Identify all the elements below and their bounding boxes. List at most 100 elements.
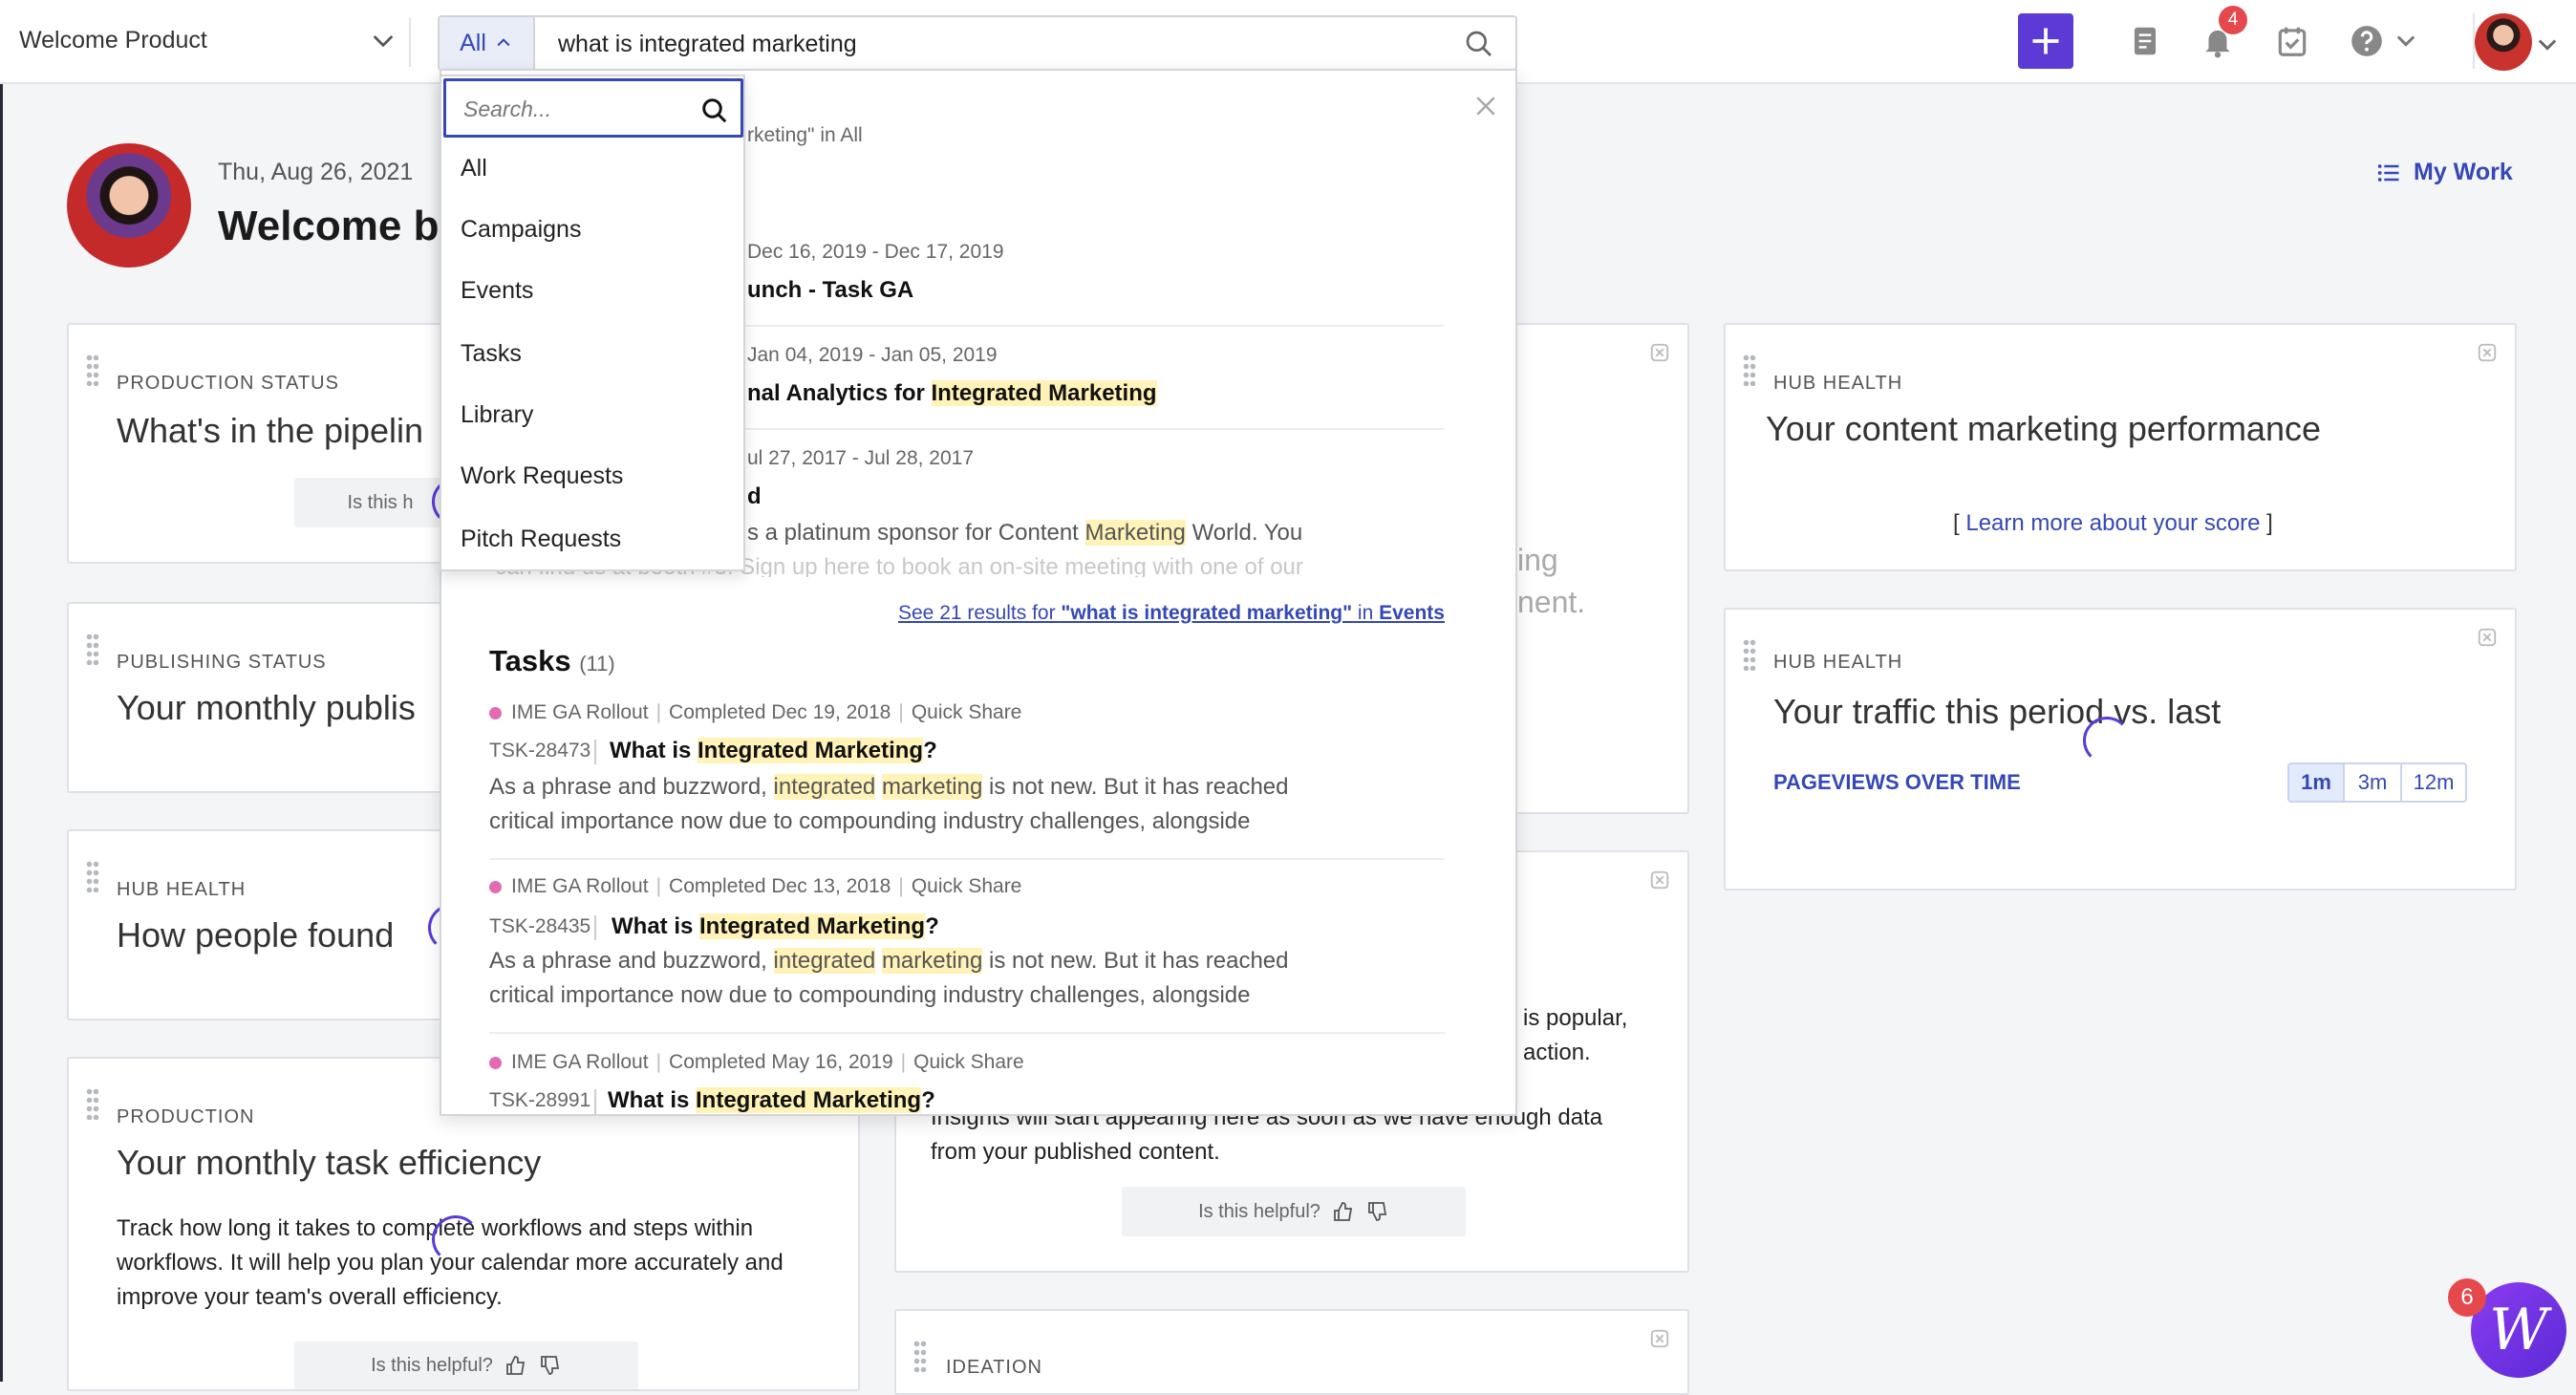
task-description: As a phrase and buzzword, integrated mar… [489,774,1289,834]
chevron-down-icon[interactable] [2393,27,2419,54]
card-title: Your content marketing performance [1766,409,2321,448]
status-dot [489,880,502,893]
learn-more-link[interactable]: Learn more about your score [1965,510,2260,536]
task-description: As a phrase and buzzword, integrated mar… [489,948,1289,1008]
search-icon[interactable] [700,97,729,125]
close-icon[interactable] [1471,92,1500,120]
my-work-label: My Work [2414,159,2513,185]
card-hub-traffic: HUB HEALTH Your traffic this period vs. … [1724,608,2517,891]
list-icon [2377,163,2399,182]
search-scope-menu: Search... All Campaigns Events Tasks Lib… [440,75,745,571]
divider [489,858,1445,860]
card-eyebrow: HUB HEALTH [1773,652,1903,673]
document-icon[interactable] [2127,23,2163,59]
thumbs-up-icon[interactable] [504,1354,527,1377]
task-title[interactable]: What is Integrated Marketing? [610,738,937,764]
result-title[interactable]: d [747,483,762,510]
scope-option-work-requests[interactable]: Work Requests [461,462,623,490]
result-description: s a platinum sponsor for Content Marketi… [747,520,1303,546]
scope-search-placeholder: Search... [463,97,552,121]
card-eyebrow: PRODUCTION STATUS [117,373,339,394]
chevron-down-icon[interactable] [368,25,398,55]
drag-handle-icon[interactable] [913,1340,927,1372]
scope-option-campaigns[interactable]: Campaigns [461,216,581,244]
drag-handle-icon[interactable] [1743,354,1756,386]
range-option-3m[interactable]: 3m [2343,764,2400,801]
scope-option-all[interactable]: All [461,155,487,182]
task-title[interactable]: What is Integrated Marketing? [608,1087,935,1114]
scope-option-library[interactable]: Library [461,401,533,429]
search-icon[interactable] [1464,29,1494,59]
card-title: How people found [117,915,395,955]
task-title[interactable]: What is Integrated Marketing? [612,913,939,940]
task-id: TSK-28991 [489,1089,591,1111]
close-card-icon[interactable] [2477,342,2498,363]
results-header: rketing" in All [747,124,863,146]
time-range-toggle: 1m 3m 12m [2287,762,2467,803]
scope-option-events[interactable]: Events [461,277,533,305]
task-meta: IME GA Rollout | Completed May 16, 2019 | Qu… [489,1051,1024,1074]
range-option-12m[interactable]: 12m [2400,764,2465,801]
card-eyebrow: HUB HEALTH [117,879,247,900]
scope-option-pitch-requests[interactable]: Pitch Requests [461,526,621,553]
user-avatar[interactable] [2475,13,2532,71]
result-title[interactable]: nal Analytics for Integrated Marketing [747,380,1157,407]
chevron-down-icon[interactable] [2534,31,2561,57]
scope-option-tasks[interactable]: Tasks [461,340,522,368]
see-more-results-link[interactable]: See 21 results for "what is integrated m… [898,602,1445,625]
user-avatar-large [67,143,191,268]
result-title[interactable]: unch - Task GA [747,277,913,304]
my-work-link[interactable]: My Work [2375,159,2513,186]
drag-handle-icon[interactable] [1743,638,1756,671]
global-search-box[interactable]: All what is integrated marketing [438,15,1517,71]
drag-handle-icon[interactable] [86,860,99,892]
task-meta: IME GA Rollout | Completed Dec 19, 2018 | Qu… [489,701,1021,724]
search-scope-label: All [460,29,486,56]
widget-count-badge: 6 [2448,1278,2486,1317]
card-title: Your monthly publis [117,688,416,727]
task-id: TSK-28435 [489,915,591,937]
close-card-icon[interactable] [1649,342,1670,363]
divider [594,1089,596,1114]
calendar-check-icon[interactable] [2274,23,2310,59]
search-input[interactable]: what is integrated marketing [558,31,857,58]
close-card-icon[interactable] [2477,627,2498,648]
chart-subtitle: PAGEVIEWS OVER TIME [1773,770,2021,794]
tasks-section-heading: Tasks (11) [489,644,615,677]
drag-handle-icon[interactable] [86,1087,99,1120]
close-card-icon[interactable] [1649,1328,1670,1349]
close-card-icon[interactable] [1649,869,1670,891]
thumbs-down-icon[interactable] [539,1354,562,1377]
task-id: TSK-28473 [489,740,591,762]
result-date: Dec 16, 2019 - Dec 17, 2019 [747,241,1004,263]
card-title: What's in the pipelin [117,411,424,450]
drag-handle-icon[interactable] [86,354,99,386]
search-scope-button[interactable]: All [440,17,535,69]
result-date: ul 27, 2017 - Jul 28, 2017 [747,447,975,469]
divider [594,915,596,940]
helpful-prompt: Is this helpful? [294,1341,638,1389]
partial-text: ing [1517,543,1558,577]
range-option-1m[interactable]: 1m [2289,764,2343,801]
insights-text: action. [1523,1040,1591,1065]
scope-search-input[interactable]: Search... [443,78,743,138]
status-dot [489,1056,502,1069]
partial-text: nent. [1517,585,1586,619]
result-date: Jan 04, 2019 - Jan 05, 2019 [747,344,998,366]
plus-icon [2032,28,2059,54]
insights-text: from your published content. [931,1139,1220,1165]
card-hub-content-performance: HUB HEALTH Your content marketing perfor… [1724,323,2517,571]
help-icon[interactable] [2349,23,2385,59]
thumbs-up-icon[interactable] [1332,1200,1355,1223]
create-button[interactable] [2018,13,2073,69]
drag-handle-icon[interactable] [86,633,99,665]
page-edge [0,84,3,1382]
loading-spinner [2083,717,2131,764]
thumbs-down-icon[interactable] [1366,1200,1389,1223]
welcome-date: Thu, Aug 26, 2021 [218,159,414,185]
workspace-selector-label[interactable]: Welcome Product [19,27,207,54]
card-eyebrow: PRODUCTION [117,1106,255,1127]
card-title: Your traffic this period vs. last [1773,692,2222,731]
card-eyebrow: IDEATION [946,1357,1042,1378]
notification-count-badge: 4 [2219,6,2247,34]
